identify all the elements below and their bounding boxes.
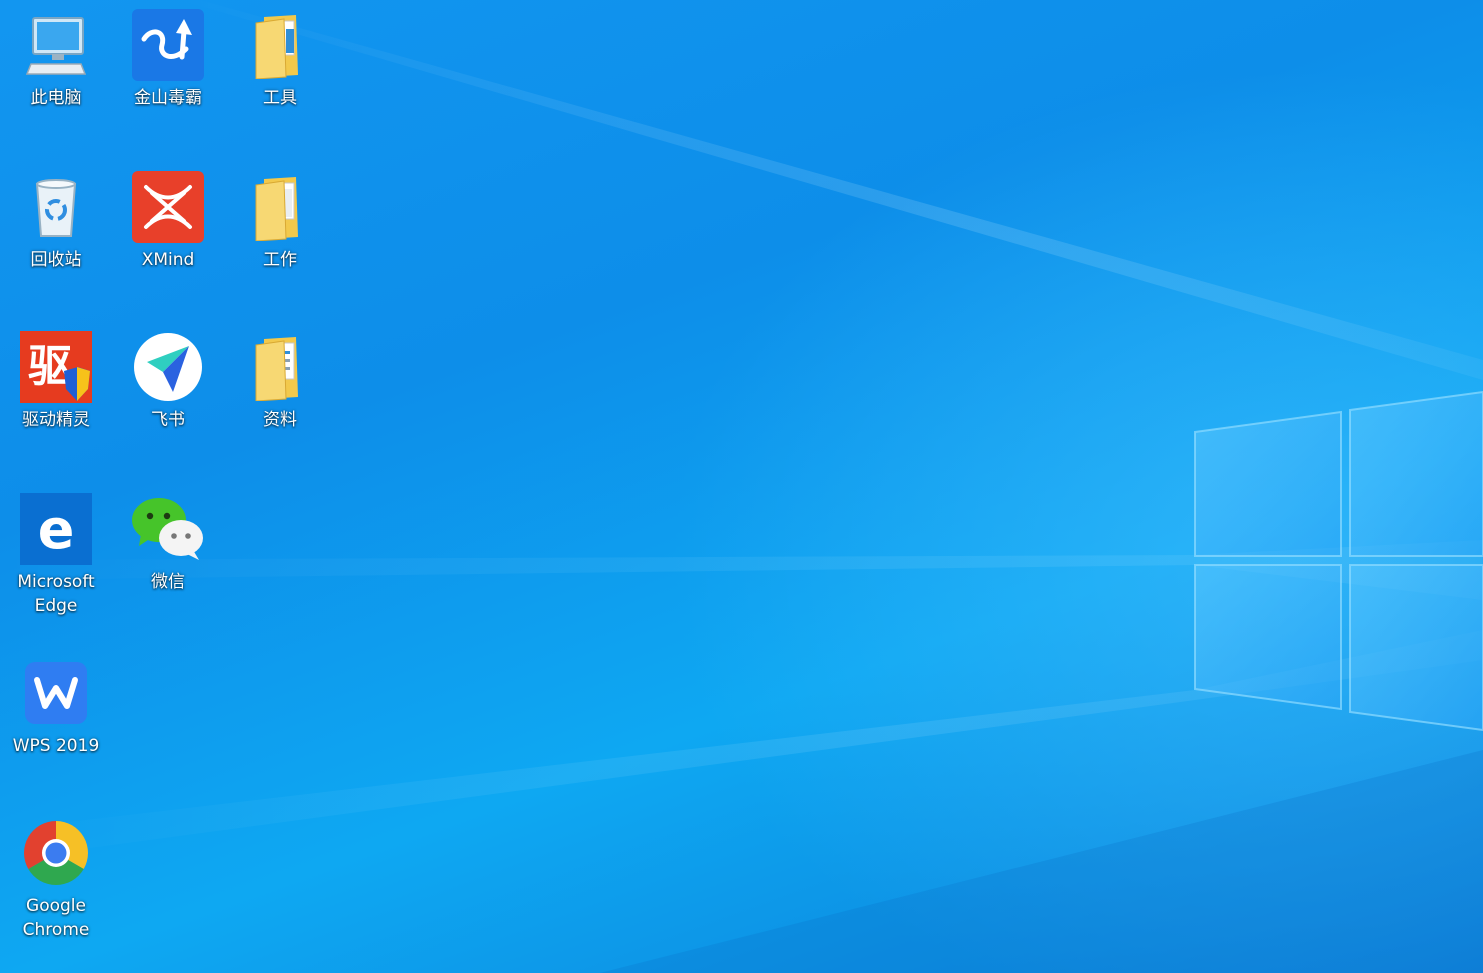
windows-logo-wallpaper <box>1194 390 1483 732</box>
desktop-icon-feishu[interactable]: 飞书 <box>116 330 220 432</box>
desktop-icon-label: WPS 2019 <box>12 736 100 756</box>
desktop-icon-label: 工具 <box>263 88 297 108</box>
desktop-icon-folder-work[interactable]: 工作 <box>228 170 332 272</box>
desktop-icon-label: Microsoft Edge <box>17 572 95 616</box>
feishu-icon <box>131 330 205 404</box>
xmind-icon <box>131 170 205 244</box>
edge-icon: e <box>19 492 93 566</box>
desktop-icon-google-chrome[interactable]: Google Chrome <box>4 816 108 942</box>
chrome-icon <box>19 816 93 890</box>
desktop-icon-label: 资料 <box>263 410 297 430</box>
desktop-icon-label: 微信 <box>151 572 185 592</box>
desktop-icon-label: XMind <box>141 250 195 270</box>
desktop-icon-label: 回收站 <box>30 250 82 270</box>
svg-text:e: e <box>38 498 75 561</box>
wechat-icon <box>131 492 205 566</box>
desktop-icon-driver-genius[interactable]: 驱 驱动精灵 <box>4 330 108 432</box>
driver-genius-icon: 驱 <box>19 330 93 404</box>
wps-icon <box>19 656 93 730</box>
recycle-bin-icon <box>19 170 93 244</box>
folder-icon <box>243 330 317 404</box>
desktop-icon-wps-2019[interactable]: WPS 2019 <box>4 656 108 758</box>
desktop-icon-microsoft-edge[interactable]: e Microsoft Edge <box>4 492 108 618</box>
folder-icon <box>243 170 317 244</box>
desktop-icon-kingsoft-antivirus[interactable]: 金山毒霸 <box>116 8 220 110</box>
desktop-icon-wechat[interactable]: 微信 <box>116 492 220 594</box>
kingsoft-antivirus-icon <box>131 8 205 82</box>
desktop-icon-folder-documents[interactable]: 资料 <box>228 330 332 432</box>
desktop-icon-folder-tools[interactable]: 工具 <box>228 8 332 110</box>
desktop-icon-label: 此电脑 <box>30 88 82 108</box>
computer-icon <box>19 8 93 82</box>
desktop-icon-label: Google Chrome <box>22 896 90 940</box>
desktop-icon-label: 飞书 <box>151 410 185 430</box>
desktop-icon-recycle-bin[interactable]: 回收站 <box>4 170 108 272</box>
desktop-icon-this-pc[interactable]: 此电脑 <box>4 8 108 110</box>
desktop-icon-xmind[interactable]: XMind <box>116 170 220 272</box>
desktop-icon-label: 工作 <box>263 250 297 270</box>
folder-icon <box>243 8 317 82</box>
svg-text:驱: 驱 <box>28 341 72 392</box>
desktop-icon-label: 金山毒霸 <box>134 88 202 108</box>
desktop-icon-label: 驱动精灵 <box>22 410 90 430</box>
desktop[interactable]: 此电脑 回收站 驱 驱动精灵 e Microsoft Edge WPS 2019… <box>0 0 1483 973</box>
